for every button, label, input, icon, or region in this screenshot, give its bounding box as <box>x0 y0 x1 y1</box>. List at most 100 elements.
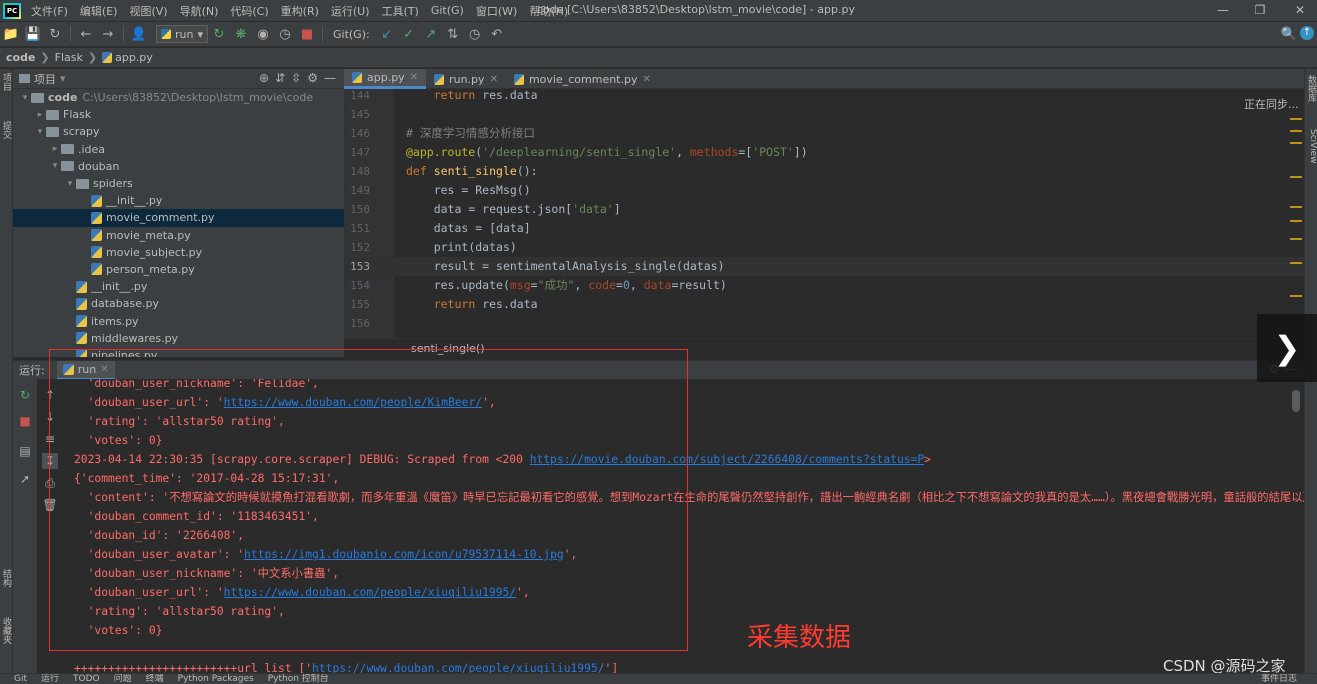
tab-run-py[interactable]: run.py ✕ <box>426 69 506 89</box>
breadcrumb-code[interactable]: code <box>6 51 35 64</box>
console-link[interactable]: https://img1.doubanio.com/icon/u79537114… <box>244 548 564 561</box>
database-tool-tab[interactable]: 数据库 <box>1305 75 1317 102</box>
chevron-right-icon[interactable]: ▸ <box>49 144 61 154</box>
tree-folder[interactable]: ▸ .idea <box>13 141 344 158</box>
gear-icon[interactable]: ⚙ <box>307 71 318 85</box>
git-compare-icon[interactable]: ⇅ <box>442 23 464 45</box>
arrow-down-icon[interactable]: ↓ <box>42 409 58 425</box>
breadcrumb-app[interactable]: app.py <box>115 51 153 64</box>
tree-folder[interactable]: ▾ spiders <box>13 175 344 192</box>
tree-file[interactable]: person_meta.py <box>13 261 344 278</box>
git-commit-check-icon[interactable]: ✓ <box>398 23 420 45</box>
chevron-right-icon[interactable]: ▸ <box>34 110 46 120</box>
stop-icon[interactable]: ■ <box>17 413 33 429</box>
run-console[interactable]: 'douban_user_nickname': 'Felidae', 'doub… <box>63 379 1304 673</box>
tree-folder[interactable]: ▾ douban <box>13 158 344 175</box>
warning-marker[interactable] <box>1290 220 1302 222</box>
chevron-down-icon[interactable]: ▾ <box>60 72 66 85</box>
tree-file[interactable]: items.py <box>13 312 344 329</box>
code-line[interactable]: 145 <box>344 105 1304 124</box>
code-line[interactable]: 154 res.update(msg="成功", code=0, data=re… <box>344 276 1304 295</box>
search-icon[interactable]: 🔍 <box>1278 23 1300 45</box>
debug-bug-icon[interactable]: ❋ <box>230 23 252 45</box>
tree-file[interactable]: database.py <box>13 295 344 312</box>
git-update-icon[interactable]: ↙ <box>376 23 398 45</box>
console-link[interactable]: https://movie.douban.com/subject/2266408… <box>530 453 924 466</box>
warning-marker[interactable] <box>1290 176 1302 178</box>
warning-marker[interactable] <box>1290 238 1302 240</box>
warning-marker[interactable] <box>1290 130 1302 132</box>
code-line[interactable]: 146 # 深度学习情感分析接口 <box>344 124 1304 143</box>
warning-marker[interactable] <box>1290 142 1302 144</box>
rerun-icon[interactable]: ↻ <box>17 387 33 403</box>
tree-file[interactable]: movie_meta.py <box>13 227 344 244</box>
run-tab[interactable]: run ✕ <box>56 360 115 380</box>
close-icon[interactable]: ✕ <box>410 72 418 83</box>
tree-file[interactable]: movie_subject.py <box>13 244 344 261</box>
chevron-down-icon[interactable]: ▾ <box>64 179 76 189</box>
menu-run[interactable]: 运行(U) <box>325 3 376 19</box>
close-icon[interactable]: ✕ <box>100 364 108 375</box>
tab-app-py[interactable]: app.py ✕ <box>344 69 427 89</box>
arrow-up-icon[interactable]: ↑ <box>42 387 58 403</box>
menu-edit[interactable]: 编辑(E) <box>74 3 124 19</box>
forward-arrow-icon[interactable]: → <box>97 23 119 45</box>
tree-folder[interactable]: ▾ scrapy <box>13 123 344 140</box>
status-git[interactable]: Git <box>14 674 27 684</box>
next-arrow-button[interactable]: ❯ <box>1257 314 1317 382</box>
locate-icon[interactable]: ⊕ <box>259 71 269 85</box>
warning-marker[interactable] <box>1290 118 1302 120</box>
pin-icon[interactable]: ➚ <box>17 471 33 487</box>
chevron-down-icon[interactable]: ▾ <box>19 93 31 103</box>
git-rollback-icon[interactable]: ↶ <box>486 23 508 45</box>
menu-code[interactable]: 代码(C) <box>224 3 274 19</box>
coverage-icon[interactable]: ◉ <box>252 23 274 45</box>
tree-file[interactable]: middlewares.py <box>13 330 344 347</box>
save-all-icon[interactable]: 💾 <box>22 23 44 45</box>
code-line[interactable]: 144 return res.data <box>344 89 1304 105</box>
tree-folder[interactable]: ▾ code C:\Users\83852\Desktop\lstm_movie\c… <box>13 89 344 106</box>
project-tool-tab[interactable]: 项目 <box>0 73 13 91</box>
tree-file[interactable]: __init__.py <box>13 192 344 209</box>
expand-all-icon[interactable]: ⇵ <box>275 71 285 85</box>
warning-marker[interactable] <box>1290 206 1302 208</box>
code-line[interactable]: 152 print(datas) <box>344 238 1304 257</box>
profile-icon[interactable]: ◷ <box>274 23 296 45</box>
commit-tool-tab[interactable]: 提交 <box>0 121 13 139</box>
code-line[interactable]: 155 return res.data <box>344 295 1304 314</box>
function-crumb[interactable]: senti_single() <box>411 342 485 355</box>
sciview-tool-tab[interactable]: SciView <box>1305 129 1317 164</box>
code-line[interactable]: 147 @app.route('/deeplearning/senti_singl… <box>344 143 1304 162</box>
structure-tool-tab[interactable]: 结构 <box>0 569 13 587</box>
chevron-down-icon[interactable]: ▾ <box>34 127 46 137</box>
code-line[interactable]: 153 result = sentimentalAnalysis_single(… <box>344 257 1304 276</box>
git-push-icon[interactable]: ↗ <box>420 23 442 45</box>
code-line[interactable]: 151 datas = [data] <box>344 219 1304 238</box>
maximize-icon[interactable]: ❐ <box>1250 2 1270 18</box>
status-terminal[interactable]: 终端 <box>146 674 164 684</box>
menu-file[interactable]: 文件(F) <box>25 3 74 19</box>
favorites-tool-tab[interactable]: 收藏夹 <box>0 617 13 644</box>
warning-marker[interactable] <box>1290 295 1302 297</box>
console-link[interactable]: https://www.douban.com/people/KimBeer/ <box>224 396 482 409</box>
menu-window[interactable]: 窗口(W) <box>470 3 523 19</box>
tree-file[interactable]: __init__.py <box>13 278 344 295</box>
open-folder-icon[interactable]: 📁 <box>0 23 22 45</box>
console-link[interactable]: https://www.douban.com/people/xiuqiliu19… <box>224 586 516 599</box>
menu-refactor[interactable]: 重构(R) <box>275 3 325 19</box>
hide-icon[interactable]: — <box>324 71 336 85</box>
code-editor[interactable]: 144 return res.data 145 146 # 深度学习情感分析接口 147… <box>344 89 1304 338</box>
print-icon[interactable]: ⎙ <box>42 475 58 491</box>
status-todo[interactable]: TODO <box>73 674 100 684</box>
rerun-icon[interactable]: ↻ <box>208 23 230 45</box>
tree-file[interactable]: movie_comment.py <box>13 209 344 227</box>
code-line[interactable]: 149 res = ResMsg() <box>344 181 1304 200</box>
stop-icon[interactable]: ■ <box>296 23 318 45</box>
menu-tools[interactable]: 工具(T) <box>376 3 425 19</box>
user-icon[interactable]: 👤 <box>128 23 150 45</box>
sync-icon[interactable]: ↻ <box>44 23 66 45</box>
git-history-icon[interactable]: ◷ <box>464 23 486 45</box>
close-icon[interactable]: ✕ <box>490 74 498 85</box>
breadcrumb-flask[interactable]: Flask <box>55 51 83 64</box>
scroll-to-end-icon[interactable]: ↧ <box>42 453 58 469</box>
